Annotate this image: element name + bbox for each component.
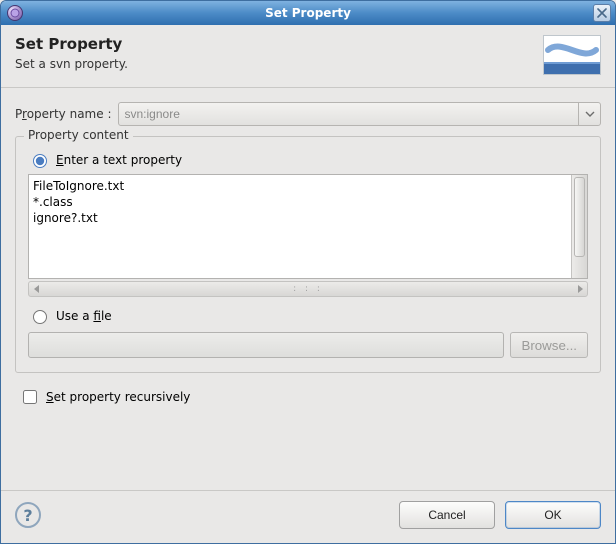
ok-button[interactable]: OK: [505, 501, 601, 529]
property-name-input[interactable]: [119, 104, 579, 124]
property-content-group: Property content Enter a text property F…: [15, 136, 601, 373]
file-path-row: Browse...: [28, 332, 588, 358]
window-title: Set Property: [265, 6, 351, 20]
help-button[interactable]: ?: [15, 502, 41, 528]
scrollbar-thumb[interactable]: [574, 177, 585, 257]
property-name-row: Property name :: [15, 102, 601, 126]
label-mnemonic: f: [93, 309, 101, 323]
close-button[interactable]: [593, 4, 611, 22]
dialog-header: Set Property Set a svn property.: [1, 25, 615, 88]
cancel-button[interactable]: Cancel: [399, 501, 495, 529]
label-seg: ile: [101, 309, 112, 323]
label-seg: et property recursively: [54, 390, 191, 404]
file-path-input: [28, 332, 504, 358]
dialog-footer: ? Cancel OK: [1, 490, 615, 543]
header-title: Set Property: [15, 35, 128, 53]
property-content-legend: Property content: [24, 128, 133, 142]
use-file-radio-row[interactable]: Use a file: [28, 307, 590, 324]
use-file-label: Use a file: [56, 309, 112, 323]
enter-text-label: Enter a text property: [56, 153, 182, 167]
property-text-area[interactable]: FileToIgnore.txt *.class ignore?.txt: [29, 175, 571, 278]
label-seg: nter a text property: [64, 153, 182, 167]
titlebar[interactable]: Set Property: [1, 1, 615, 25]
property-name-combo[interactable]: [118, 102, 602, 126]
scrollbar-track[interactable]: : : :: [43, 282, 573, 296]
enter-text-radio[interactable]: [33, 154, 47, 168]
vertical-scrollbar[interactable]: [571, 175, 587, 278]
header-subtitle: Set a svn property.: [15, 57, 128, 71]
property-name-label: Property name :: [15, 107, 112, 121]
close-icon: [597, 8, 607, 18]
label-mnemonic: E: [56, 153, 64, 167]
horizontal-scrollbar[interactable]: : : :: [28, 281, 588, 297]
footer-buttons: Cancel OK: [399, 501, 601, 529]
app-icon: [7, 5, 23, 21]
scroll-left-icon[interactable]: [29, 282, 43, 296]
dialog-window: Set Property Set Property Set a svn prop…: [0, 0, 616, 544]
combo-dropdown-button[interactable]: [578, 103, 600, 125]
label-seg: operty name :: [27, 107, 112, 121]
header-text: Set Property Set a svn property.: [15, 35, 128, 71]
dialog-body: Property name : Property content Enter a…: [1, 88, 615, 417]
use-file-radio[interactable]: [33, 310, 47, 324]
svn-logo: [543, 35, 601, 75]
label-mnemonic: S: [46, 390, 54, 404]
label-seg: P: [15, 107, 22, 121]
label-seg: Use a: [56, 309, 93, 323]
help-icon: ?: [23, 506, 32, 525]
enter-text-radio-row[interactable]: Enter a text property: [28, 151, 590, 168]
property-text-wrap: FileToIgnore.txt *.class ignore?.txt: [28, 174, 588, 279]
chevron-down-icon: [585, 111, 595, 117]
recursive-checkbox[interactable]: [23, 390, 37, 404]
browse-button: Browse...: [510, 332, 588, 358]
recursive-row[interactable]: Set property recursively: [15, 385, 601, 417]
recursive-label: Set property recursively: [46, 390, 190, 404]
scroll-right-icon[interactable]: [573, 282, 587, 296]
